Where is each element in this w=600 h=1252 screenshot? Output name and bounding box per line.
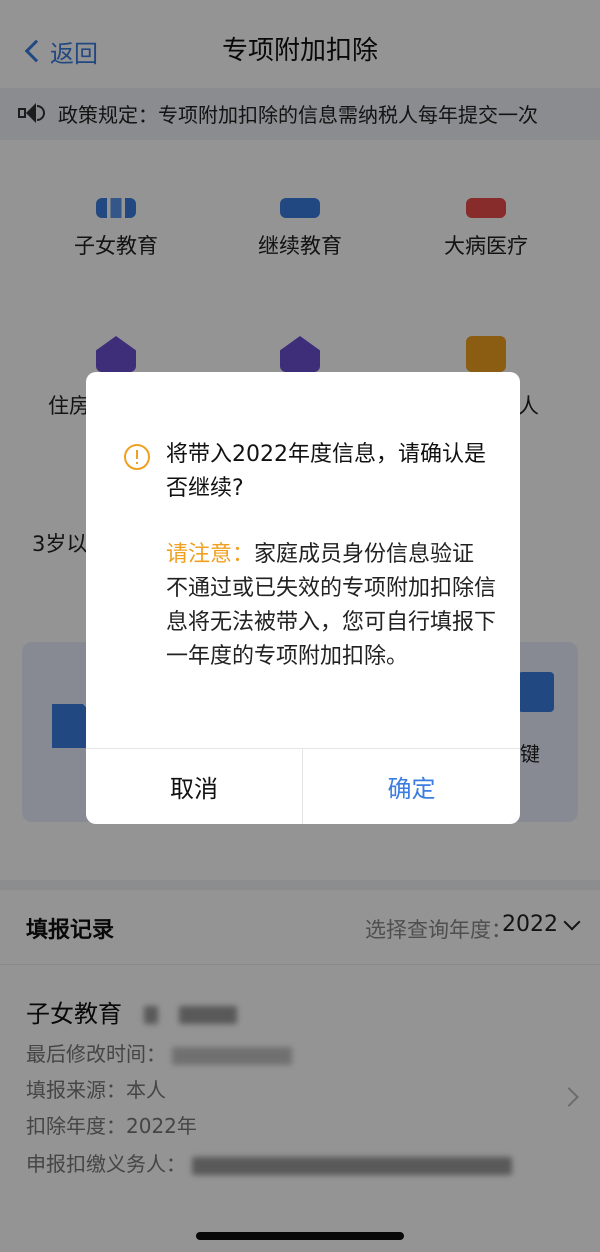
confirm-dialog: 将带入2022年度信息，请确认是否继续? 请注意：家庭成员身份信息验证不通过或已… [86, 372, 520, 824]
warning-icon [124, 444, 150, 470]
cancel-button[interactable]: 取消 [86, 749, 302, 824]
page: 返回 专项附加扣除 政策规定：专项附加扣除的信息需纳税人每年提交一次 子女教育 … [0, 0, 600, 1252]
confirm-button[interactable]: 确定 [303, 749, 520, 824]
dialog-note-label: 请注意： [166, 542, 255, 567]
dialog-note: 请注意：家庭成员身份信息验证不通过或已失效的专项附加扣除信息将无法被带入，您可自… [166, 538, 496, 674]
dialog-message: 将带入2022年度信息，请确认是否继续? [166, 442, 486, 501]
